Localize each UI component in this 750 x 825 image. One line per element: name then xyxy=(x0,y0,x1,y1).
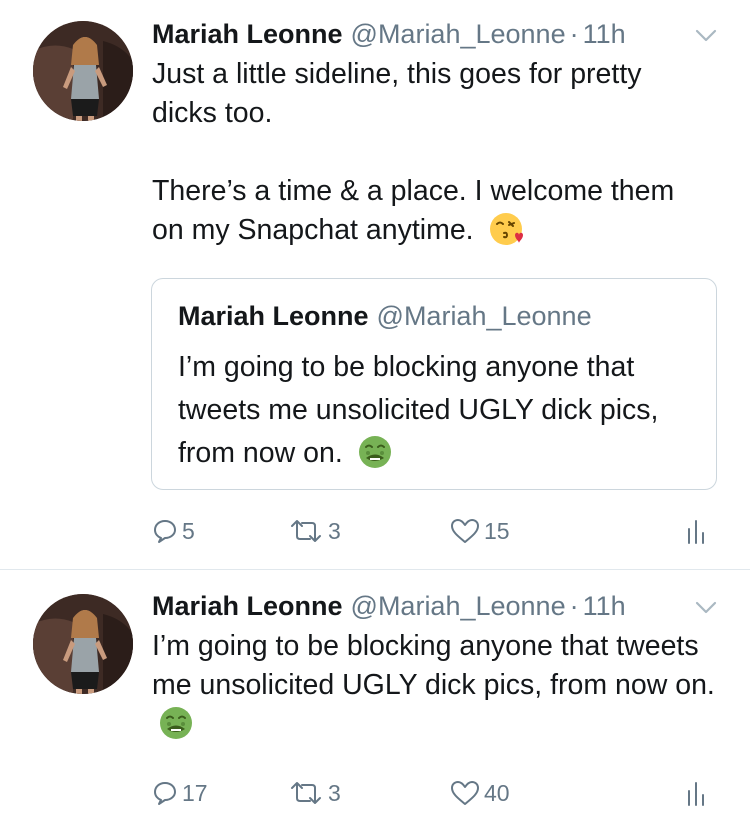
reply-button[interactable]: 17 xyxy=(152,773,208,813)
reply-icon xyxy=(154,782,176,805)
retweet-button[interactable]: 3 xyxy=(288,773,341,813)
nauseated-face-emoji xyxy=(358,436,391,468)
separator-dot: · xyxy=(569,591,579,621)
author-name[interactable]: Mariah Leonne xyxy=(152,591,343,621)
chevron-down-icon[interactable] xyxy=(695,29,717,43)
tweet-actions: 17 3 40 xyxy=(152,773,722,813)
quoted-tweet-text: I’m going to be blocking anyone that twe… xyxy=(178,351,659,469)
reply-count: 17 xyxy=(182,779,208,806)
retweet-count: 3 xyxy=(328,517,341,544)
quoted-tweet-header: Mariah Leonne @Mariah_Leonne xyxy=(178,299,592,333)
like-button[interactable]: 40 xyxy=(450,773,510,813)
reply-button[interactable]: 5 xyxy=(152,511,195,551)
heart-icon xyxy=(451,781,479,805)
retweet-icon xyxy=(291,520,321,542)
like-count: 15 xyxy=(484,517,510,544)
author-name[interactable]: Mariah Leonne xyxy=(152,19,343,49)
tweet-text-block: I’m going to be blocking anyone that twe… xyxy=(152,627,722,744)
quoted-author-name: Mariah Leonne xyxy=(178,301,369,331)
separator-dot: · xyxy=(569,19,579,49)
chevron-down-icon[interactable] xyxy=(695,601,717,615)
reply-icon xyxy=(154,520,176,543)
tweet-header: Mariah Leonne @Mariah_Leonne · 11h xyxy=(152,589,626,623)
avatar-photo xyxy=(33,594,133,694)
author-handle[interactable]: @Mariah_Leonne xyxy=(351,591,566,621)
analytics-icon xyxy=(688,782,704,806)
analytics-button[interactable] xyxy=(686,773,706,813)
tweet-text-paragraph: There’s a time & a place. I welcome them… xyxy=(152,172,712,250)
analytics-button[interactable] xyxy=(686,511,706,551)
tweet[interactable]: Mariah Leonne @Mariah_Leonne · 11h Just a l… xyxy=(0,0,750,570)
tweet-divider xyxy=(0,569,750,570)
avatar[interactable] xyxy=(33,594,133,694)
tweet-header: Mariah Leonne @Mariah_Leonne · 11h xyxy=(152,17,626,51)
reply-count: 5 xyxy=(182,517,195,544)
tweet-actions: 5 3 15 xyxy=(152,511,722,551)
tweet-text: Just a little sideline, this goes for pr… xyxy=(152,58,642,129)
retweet-count: 3 xyxy=(328,779,341,806)
kissing-face-with-heart-emoji xyxy=(489,213,523,245)
quoted-tweet-text-block: I’m going to be blocking anyone that twe… xyxy=(178,346,708,475)
tweet-text: I’m going to be blocking anyone that twe… xyxy=(152,630,715,701)
avatar-photo xyxy=(33,21,133,121)
tweet[interactable]: Mariah Leonne @Mariah_Leonne · 11h I’m goin… xyxy=(0,572,750,825)
timestamp[interactable]: 11h xyxy=(583,591,626,621)
tweet-text-line: There’s a time & a place. I welcome them… xyxy=(152,175,675,246)
analytics-icon xyxy=(688,520,704,544)
retweet-button[interactable]: 3 xyxy=(288,511,341,551)
retweet-icon xyxy=(291,782,321,804)
timestamp[interactable]: 11h xyxy=(583,19,626,49)
like-count: 40 xyxy=(484,779,510,806)
like-button[interactable]: 15 xyxy=(450,511,510,551)
quoted-tweet[interactable]: Mariah Leonne @Mariah_Leonne I’m going to… xyxy=(151,278,717,490)
nauseated-face-emoji xyxy=(160,707,192,739)
author-handle[interactable]: @Mariah_Leonne xyxy=(351,19,566,49)
avatar[interactable] xyxy=(33,21,133,121)
quoted-author-handle: @Mariah_Leonne xyxy=(376,301,592,331)
heart-icon xyxy=(451,519,479,543)
